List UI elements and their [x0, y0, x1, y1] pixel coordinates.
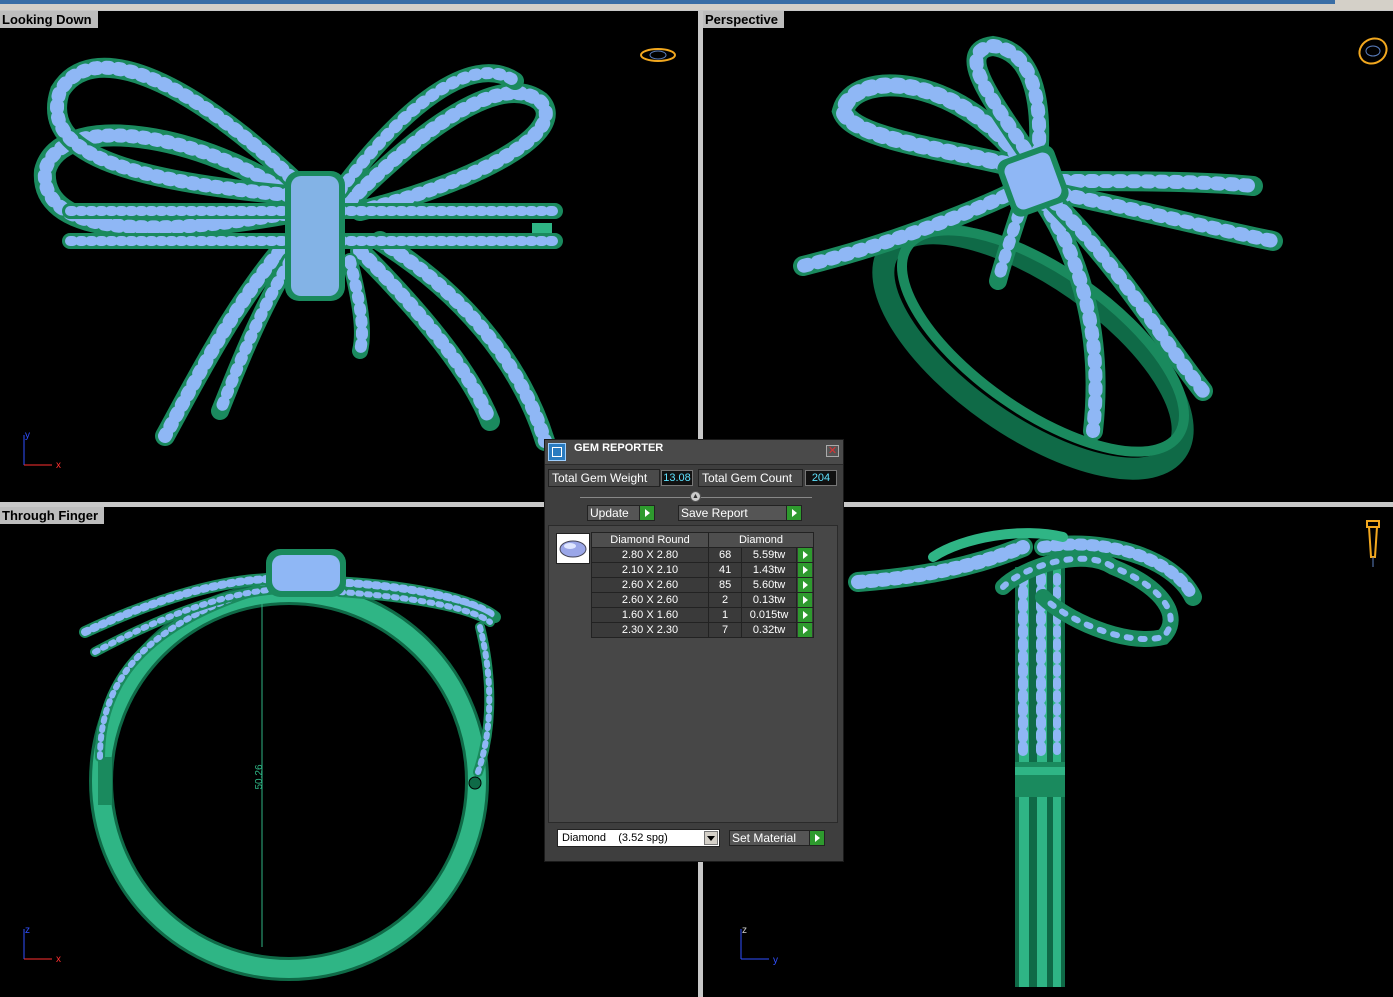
- save-report-button-label: Save Report: [681, 506, 748, 520]
- view-cube-icon[interactable]: [1363, 517, 1383, 569]
- play-arrow-icon[interactable]: [797, 623, 812, 637]
- viewport-title: Perspective: [703, 11, 784, 28]
- axis-label-y: y: [773, 955, 778, 965]
- dialog-title: GEM REPORTER: [574, 442, 664, 454]
- title-bar-accent: [0, 0, 1335, 4]
- row-action-cell[interactable]: [795, 607, 815, 623]
- gem-weight-cell: 0.13tw: [741, 592, 797, 608]
- gem-size-cell: 2.80 X 2.80: [591, 547, 709, 563]
- gem-weight-cell: 1.43tw: [741, 562, 797, 578]
- play-arrow-icon: [809, 831, 824, 845]
- total-gem-weight-value: 13.08: [661, 470, 693, 486]
- material-select[interactable]: Diamond (3.52 spg): [557, 829, 720, 847]
- gem-weight-cell: 0.32tw: [741, 622, 797, 638]
- table-row[interactable]: 2.10 X 2.10 41 1.43tw: [591, 562, 815, 578]
- total-gem-count-value: 204: [805, 470, 837, 486]
- play-arrow-icon[interactable]: [797, 548, 812, 562]
- gem-weight-cell: 5.59tw: [741, 547, 797, 563]
- view-cube-icon[interactable]: [638, 43, 678, 67]
- play-arrow-icon[interactable]: [797, 578, 812, 592]
- collapse-toggle-icon[interactable]: ▲: [690, 491, 701, 502]
- viewport-looking-down[interactable]: Looking Down y x: [0, 11, 698, 502]
- total-gem-count-label: Total Gem Count: [698, 469, 803, 487]
- gem-weight-cell: 5.60tw: [741, 577, 797, 593]
- gem-size-cell: 2.60 X 2.60: [591, 592, 709, 608]
- axis-label-z: z: [25, 925, 30, 936]
- gem-reporter-icon: [548, 443, 566, 461]
- header-cut: Diamond Round: [591, 532, 709, 548]
- gem-list-panel[interactable]: Diamond Round Diamond 2.80 X 2.80 68 5.59t…: [548, 525, 838, 823]
- set-material-button-label: Set Material: [732, 831, 797, 845]
- axis-triad-icon: y x: [23, 431, 61, 471]
- table-header-row: Diamond Round Diamond: [591, 532, 814, 548]
- table-row[interactable]: 2.60 X 2.60 2 0.13tw: [591, 592, 815, 608]
- gem-size-cell: 1.60 X 1.60: [591, 607, 709, 623]
- row-action-cell[interactable]: [795, 592, 815, 608]
- gem-count-cell: 1: [707, 607, 743, 623]
- viewport-title: Through Finger: [0, 507, 105, 524]
- update-button-label: Update: [590, 506, 629, 520]
- table-row[interactable]: 2.30 X 2.30 7 0.32tw: [591, 622, 815, 638]
- viewport-title: Looking Down: [0, 11, 98, 28]
- gem-count-cell: 7: [707, 622, 743, 638]
- row-action-cell[interactable]: [795, 547, 815, 563]
- dialog-header[interactable]: GEM REPORTER ✕: [545, 440, 843, 465]
- gem-count-cell: 41: [707, 562, 743, 578]
- gem-size-cell: 2.30 X 2.30: [591, 622, 709, 638]
- diamond-round-thumbnail[interactable]: [556, 533, 590, 564]
- diamond-gem-icon: [559, 540, 587, 558]
- gem-size-cell: 2.10 X 2.10: [591, 562, 709, 578]
- gem-reporter-dialog[interactable]: GEM REPORTER ✕ Total Gem Weight 13.08 To…: [544, 439, 844, 862]
- row-action-cell[interactable]: [795, 562, 815, 578]
- axis-label-z: z: [742, 925, 747, 936]
- header-material: Diamond: [708, 532, 814, 548]
- play-arrow-icon[interactable]: [797, 593, 812, 607]
- gem-count-cell: 85: [707, 577, 743, 593]
- bow-top-view: [33, 57, 563, 451]
- title-bar: [0, 0, 1393, 10]
- gem-count-cell: 68: [707, 547, 743, 563]
- bow-perspective-view: [793, 35, 1283, 480]
- material-select-value: Diamond (3.52 spg): [562, 832, 668, 844]
- chevron-down-icon[interactable]: [704, 831, 718, 845]
- axis-label-x: x: [56, 954, 61, 965]
- gem-weight-cell: 0.015tw: [741, 607, 797, 623]
- row-action-cell[interactable]: [795, 577, 815, 593]
- table-row[interactable]: 2.80 X 2.80 68 5.59tw: [591, 547, 815, 563]
- table-row[interactable]: 2.60 X 2.60 85 5.60tw: [591, 577, 815, 593]
- table-row[interactable]: 1.60 X 1.60 1 0.015tw: [591, 607, 815, 623]
- view-cube-icon[interactable]: [1355, 31, 1391, 71]
- axis-label-y: y: [25, 431, 30, 441]
- play-arrow-icon[interactable]: [797, 563, 812, 577]
- axis-triad-icon: z y: [740, 925, 778, 965]
- close-button[interactable]: ✕: [826, 445, 839, 457]
- row-action-cell[interactable]: [795, 622, 815, 638]
- axis-triad-icon: z x: [23, 925, 61, 965]
- gem-table: Diamond Round Diamond 2.80 X 2.80 68 5.59t…: [591, 532, 815, 638]
- gem-size-cell: 2.60 X 2.60: [591, 577, 709, 593]
- set-material-button[interactable]: Set Material: [729, 830, 825, 846]
- save-report-button[interactable]: Save Report: [678, 505, 802, 521]
- viewport-perspective[interactable]: Perspective: [703, 11, 1393, 502]
- total-gem-weight-label: Total Gem Weight: [548, 469, 660, 487]
- dimension-label: 50.26: [254, 764, 265, 789]
- play-arrow-icon: [639, 506, 654, 520]
- axis-label-x: x: [56, 460, 61, 471]
- play-arrow-icon: [786, 506, 801, 520]
- update-button[interactable]: Update: [587, 505, 655, 521]
- play-arrow-icon[interactable]: [797, 608, 812, 622]
- gem-count-cell: 2: [707, 592, 743, 608]
